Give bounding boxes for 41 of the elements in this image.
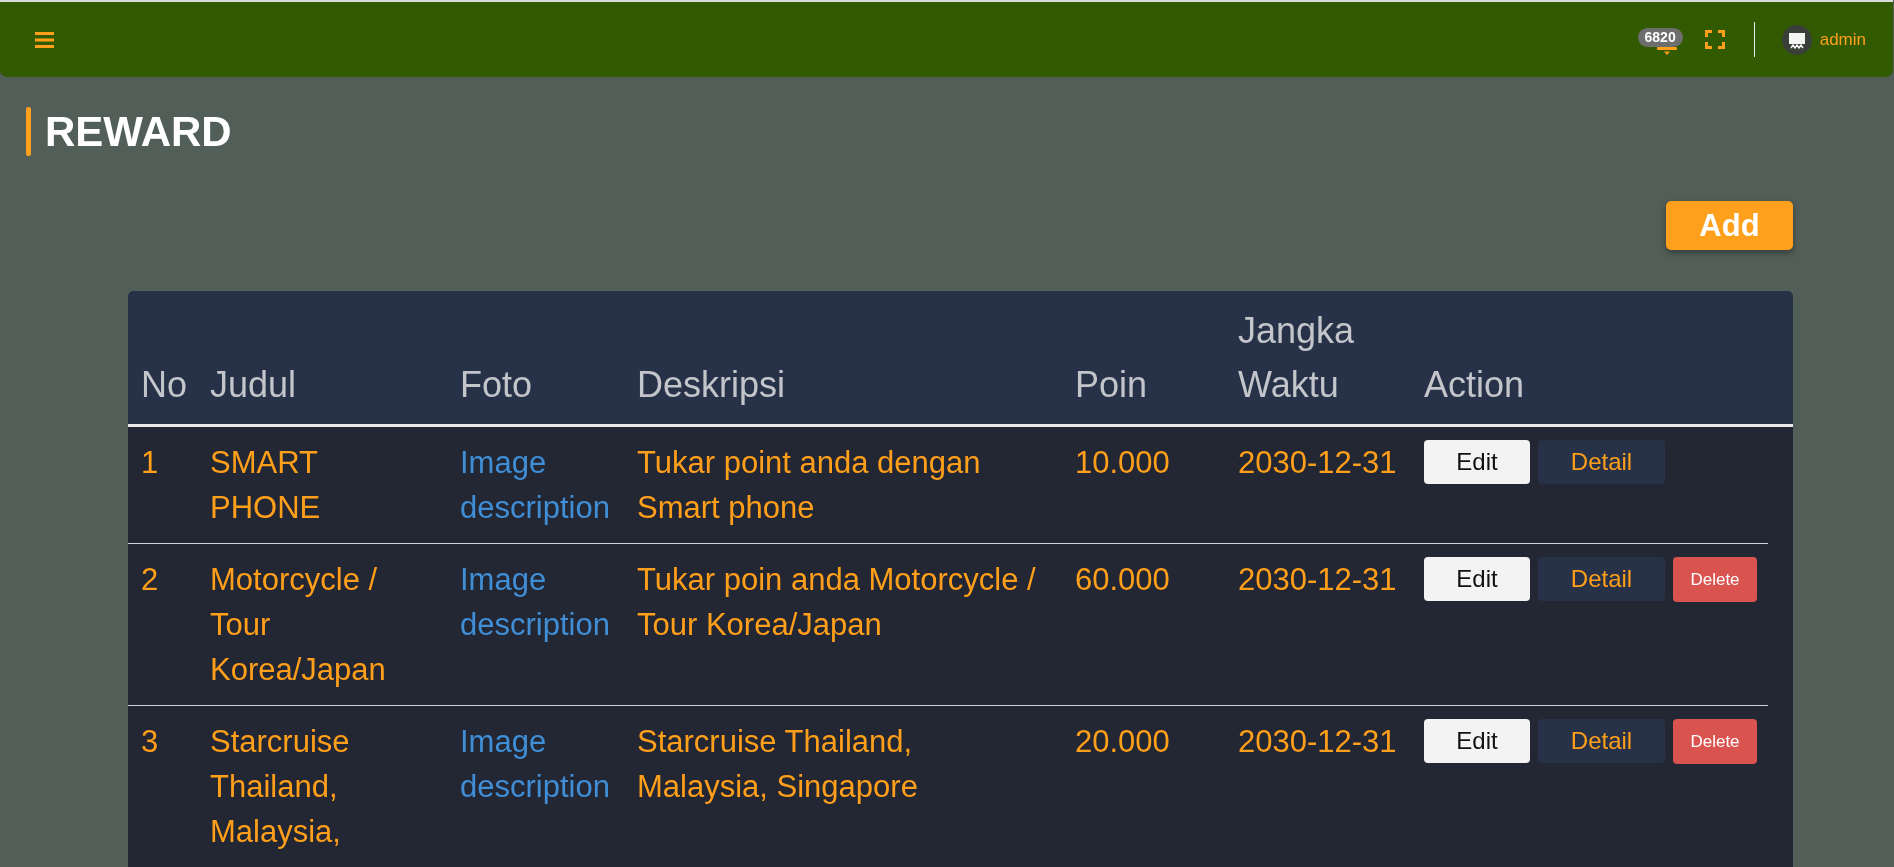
column-header: Jangka Waktu xyxy=(1237,309,1356,407)
row-number: 3 xyxy=(140,723,160,761)
row-number: 2 xyxy=(140,561,160,599)
column-header: Poin xyxy=(1074,363,1149,407)
title-accent-bar xyxy=(26,107,31,156)
photo-alt-text: Image description xyxy=(459,444,611,527)
reward-description: Tukar point anda dengan Smart phone xyxy=(636,444,982,527)
detail-button[interactable]: Detail xyxy=(1538,719,1665,763)
bell-icon[interactable] xyxy=(1657,46,1678,55)
points-value: 20.000 xyxy=(1074,723,1171,761)
reward-title: Motorcycle / Tour Korea/Japan xyxy=(209,561,387,689)
page-title: REWARD xyxy=(45,107,232,156)
delete-button[interactable]: Delete xyxy=(1673,719,1757,764)
reward-description: Starcruise Thailand, Malaysia, Singapore xyxy=(636,723,919,806)
avatar-icon[interactable] xyxy=(1781,24,1812,55)
edit-button[interactable]: Edit xyxy=(1424,440,1530,484)
menu-icon[interactable] xyxy=(35,31,54,48)
delete-button[interactable]: Delete xyxy=(1673,557,1757,602)
expiry-date: 2030-12-31 xyxy=(1237,444,1398,482)
photo-alt-text: Image description xyxy=(459,561,611,644)
notification-badge: 6820 xyxy=(1637,27,1683,47)
column-header: Deskripsi xyxy=(636,363,787,407)
detail-button[interactable]: Detail xyxy=(1538,557,1665,601)
points-value: 60.000 xyxy=(1074,561,1171,599)
expiry-date: 2030-12-31 xyxy=(1237,561,1398,599)
fullscreen-icon[interactable] xyxy=(1704,30,1725,49)
expiry-date: 2030-12-31 xyxy=(1237,723,1398,761)
detail-button[interactable]: Detail xyxy=(1538,440,1665,484)
edit-button[interactable]: Edit xyxy=(1424,719,1530,763)
column-header: Judul xyxy=(209,363,298,407)
edit-button[interactable]: Edit xyxy=(1424,557,1530,601)
column-header: Foto xyxy=(459,363,534,407)
reward-title: Starcruise Thailand, Malaysia, xyxy=(209,723,351,851)
photo-alt-text: Image description xyxy=(459,723,611,806)
column-header: Action xyxy=(1423,363,1526,407)
column-header: No xyxy=(140,363,189,407)
points-value: 10.000 xyxy=(1074,444,1171,482)
reward-description: Tukar poin anda Motorcycle / Tour Korea/Japan xyxy=(636,561,1037,644)
reward-title: SMART PHONE xyxy=(209,444,322,527)
user-name[interactable]: admin xyxy=(1819,29,1866,50)
row-number: 1 xyxy=(140,444,160,482)
